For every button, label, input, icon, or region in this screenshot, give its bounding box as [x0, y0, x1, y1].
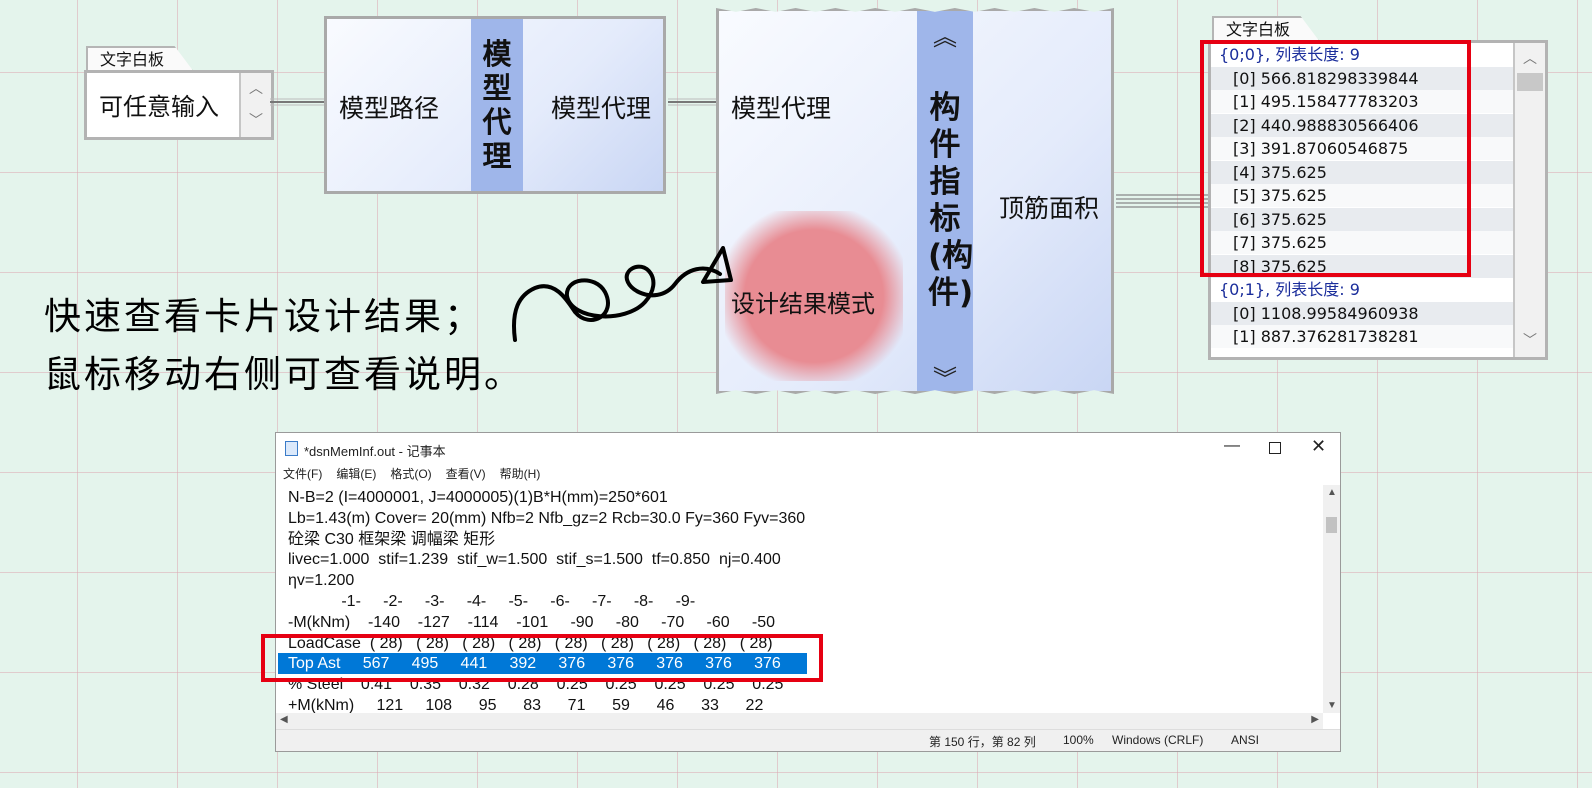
notepad-title: *dsnMemInf.out - 记事本 [304, 444, 446, 459]
input-panel-tab: 文字白板 [86, 46, 194, 72]
zoom-level: 100% [1063, 733, 1094, 747]
scroll-down-icon[interactable]: ﹀ [1515, 325, 1545, 355]
member-index-title: 构件指标(构件) [917, 11, 973, 391]
list-item: [1] 887.376281738281 [1211, 325, 1535, 349]
wire-member-to-output [1116, 194, 1212, 208]
horizontal-scrollbar[interactable]: ◀ ▶ [276, 713, 1323, 730]
model-proxy-title: 模型代理 [471, 19, 523, 191]
note-line-2: 鼠标移动右侧可查看说明。 [44, 353, 524, 396]
close-icon[interactable]: ✕ [1311, 436, 1326, 457]
input-panel-scrollbar[interactable]: ︿ ﹀ [239, 73, 271, 137]
menu-edit[interactable]: 编辑(E) [336, 463, 376, 485]
wire-input-to-path [270, 98, 330, 106]
note-line-1: 快速查看卡片设计结果； [44, 295, 484, 338]
text-line: -1- -2- -3- -4- -5- -6- -7- -8- -9- [288, 593, 696, 610]
member-index-component[interactable]: 模型代理 设计结果模式 构件指标(构件) ︽ ︾ 顶筋面积 [716, 8, 1114, 394]
member-model-proxy-input-label: 模型代理 [731, 94, 832, 123]
model-proxy-component[interactable]: 模型路径 模型代理 模型代理 [324, 16, 666, 194]
minimize-icon[interactable]: — [1224, 437, 1240, 455]
text-line: N-B=2 (I=4000001, J=4000005)(1)B*H(mm)=2… [288, 489, 668, 506]
notepad-menubar: 文件(F) 编辑(E) 格式(O) 查看(V) 帮助(H) [276, 463, 1340, 485]
output-panel-tab: 文字白板 [1212, 16, 1320, 42]
encoding: ANSI [1231, 733, 1260, 747]
scroll-down-icon[interactable]: ﹀ [241, 105, 271, 135]
input-panel[interactable]: 可任意输入 ︿ ﹀ [84, 70, 274, 140]
input-panel-text[interactable]: 可任意输入 [99, 87, 219, 122]
scroll-up-icon[interactable]: ▲ [1327, 487, 1337, 498]
notepad-app-icon [285, 441, 298, 456]
menu-format[interactable]: 格式(O) [390, 463, 431, 485]
text-line: ηv=1.200 [288, 572, 355, 590]
text-line: +M(kNm) 121 108 95 83 71 59 46 33 22 [288, 697, 764, 713]
wire-path-to-member [668, 98, 722, 106]
scroll-thumb[interactable] [1326, 517, 1337, 533]
list-header: {0;1}, 列表长度: 9 [1211, 278, 1521, 302]
design-result-mode-label: 设计结果模式 [731, 290, 875, 318]
top-ast-highlight-frame [261, 634, 823, 682]
menu-file[interactable]: 文件(F) [283, 463, 322, 485]
output-highlight-frame [1200, 40, 1471, 277]
scroll-left-icon[interactable]: ◀ [280, 714, 288, 725]
scroll-up-icon[interactable]: ︿ [241, 73, 271, 103]
model-path-input-label: 模型路径 [339, 94, 440, 123]
menu-help[interactable]: 帮助(H) [500, 463, 541, 485]
top-rebar-area-output-label: 顶筋面积 [999, 194, 1100, 223]
maximize-icon[interactable] [1269, 442, 1281, 454]
list-item: [0] 1108.99584960938 [1211, 301, 1535, 325]
title-scroll-up-icon[interactable]: ︽ [933, 17, 957, 52]
scroll-down-icon[interactable]: ▼ [1327, 700, 1337, 711]
hand-drawn-arrow-icon [512, 246, 733, 342]
text-line: Lb=1.43(m) Cover= 20(mm) Nfb=2 Nfb_gz=2 … [288, 509, 806, 527]
notepad-window[interactable]: *dsnMemInf.out - 记事本 — ✕ 文件(F) 编辑(E) 格式(O)… [275, 432, 1341, 752]
model-proxy-output-label: 模型代理 [551, 94, 652, 123]
line-ending: Windows (CRLF) [1112, 733, 1204, 747]
output-panel-scrollbar[interactable]: ︿ ﹀ [1513, 43, 1545, 357]
notepad-statusbar: 第 150 行，第 82 列 100% Windows (CRLF) ANSI [276, 729, 1340, 751]
notepad-titlebar[interactable]: *dsnMemInf.out - 记事本 — ✕ [276, 433, 1340, 463]
text-line: livec=1.000 stif=1.239 stif_w=1.500 stif… [288, 551, 781, 569]
design-result-mode-input[interactable]: 设计结果模式 [725, 211, 903, 381]
title-scroll-down-icon[interactable]: ︾ [933, 359, 957, 394]
scroll-up-icon[interactable]: ︿ [1515, 43, 1545, 73]
scroll-right-icon[interactable]: ▶ [1311, 714, 1319, 725]
text-line: 砼梁 C30 框架梁 调幅梁 矩形 [288, 530, 496, 548]
text-line: -M(kNm) -140 -127 -114 -101 -90 -80 -70 … [288, 613, 775, 631]
cursor-position: 第 150 行，第 82 列 [929, 735, 1036, 749]
vertical-scrollbar[interactable]: ▲ ▼ [1323, 485, 1340, 713]
menu-view[interactable]: 查看(V) [446, 463, 486, 485]
scroll-thumb[interactable] [1517, 73, 1543, 91]
